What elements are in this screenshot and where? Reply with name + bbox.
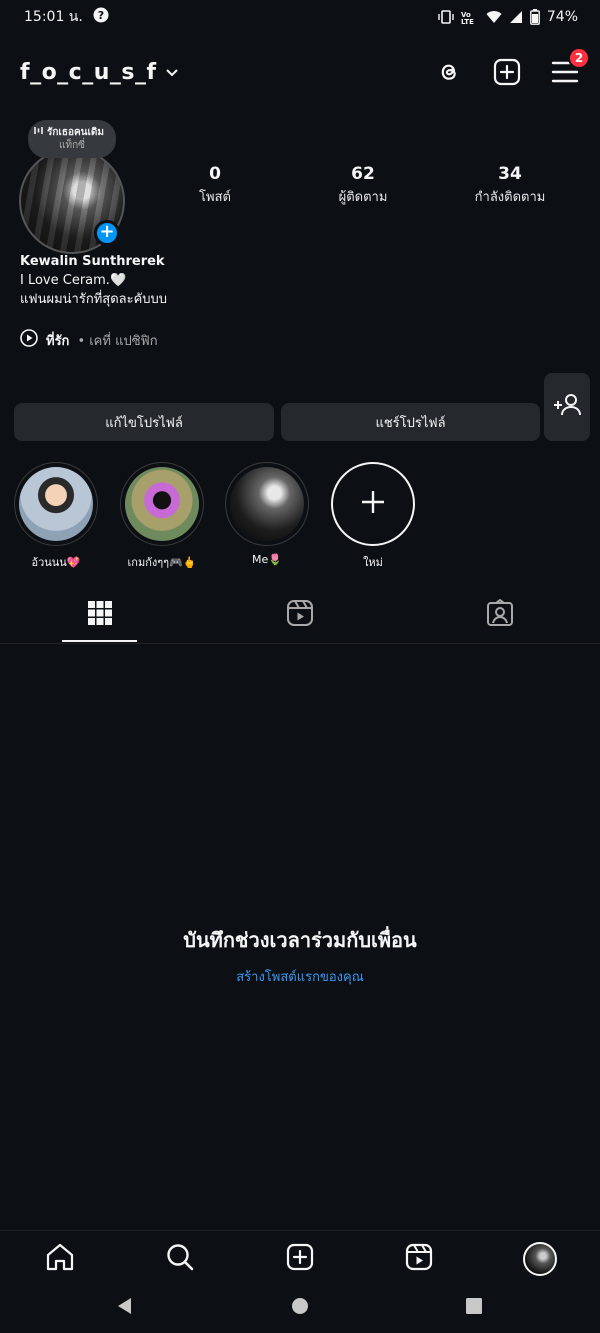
threads-icon[interactable] — [434, 57, 464, 87]
status-bar: 15:01 น. ? Vo LTE 74% — [0, 0, 600, 34]
vibrate-icon — [438, 10, 454, 24]
highlight-item[interactable]: เกมกังๆๆ🎮🖕 — [120, 462, 204, 571]
music-bars-icon — [34, 126, 43, 139]
home-circle-icon — [291, 1297, 309, 1319]
volte-icon: Vo LTE — [461, 10, 479, 24]
bio-line-1: I Love Ceram.🤍 — [20, 273, 127, 288]
chevron-down-icon — [165, 63, 179, 82]
plus-icon — [360, 489, 386, 519]
followers-count: 62 — [351, 164, 375, 184]
menu-icon[interactable]: 2 — [550, 47, 590, 87]
nav-create[interactable] — [282, 1241, 318, 1277]
profile-header: f_o_c_u_s_f 2 — [0, 46, 600, 98]
nav-home[interactable] — [42, 1241, 78, 1277]
bio-line-2: แฟนผมน่ารักที่สุดละคับบบ — [20, 292, 168, 307]
following-label: กำลังติดตาม — [474, 190, 546, 205]
highlight-label: Me🌷 — [252, 553, 282, 566]
new-highlight-button[interactable]: ใหม่ — [331, 462, 415, 571]
highlight-item[interactable]: Me🌷 — [225, 462, 309, 566]
discover-people-button[interactable] — [544, 373, 590, 441]
highlight-cover — [125, 467, 199, 541]
account-switcher[interactable]: f_o_c_u_s_f — [20, 60, 179, 85]
help-icon: ? — [93, 7, 109, 27]
followers-stat[interactable]: 62 ผู้ติดตาม — [326, 164, 400, 207]
posts-count: 0 — [209, 164, 221, 184]
svg-text:LTE: LTE — [461, 18, 474, 24]
reels-icon — [405, 1243, 433, 1275]
profile-music[interactable]: ที่รัก • เคที่ แปซิฟิก — [20, 329, 158, 351]
note-artist: แท็กซี่ — [59, 140, 85, 151]
note-song: รักเธอคนเดิม — [47, 127, 104, 138]
highlight-label: เกมกังๆๆ🎮🖕 — [127, 556, 197, 569]
status-time: 15:01 น. — [24, 9, 83, 25]
profile-bio: Kewalin Sunthrerek I Love Ceram.🤍 แฟนผมน… — [20, 252, 167, 309]
create-post-icon[interactable] — [492, 57, 522, 87]
battery-icon — [529, 9, 540, 25]
create-first-post-link[interactable]: สร้างโพสต์แรกของคุณ — [0, 966, 600, 987]
reels-icon — [286, 599, 314, 631]
back-triangle-icon — [116, 1297, 134, 1319]
recents-button[interactable] — [464, 1298, 484, 1318]
highlight-item[interactable]: อ้วนนน💖 — [14, 462, 98, 571]
nav-profile[interactable] — [522, 1241, 558, 1277]
create-icon — [286, 1243, 314, 1275]
edit-profile-button[interactable]: แก้ไขโปรไฟล์ — [14, 403, 274, 441]
posts-stat: 0 โพสต์ — [190, 164, 240, 207]
profile-tabs — [0, 588, 600, 644]
wifi-icon — [486, 10, 502, 24]
highlight-cover — [19, 467, 93, 541]
tagged-icon — [486, 598, 514, 631]
username: f_o_c_u_s_f — [20, 59, 157, 85]
share-profile-button[interactable]: แชร์โปรไฟล์ — [281, 403, 540, 441]
highlight-label: อ้วนนน💖 — [31, 556, 81, 569]
highlight-label: ใหม่ — [363, 556, 383, 569]
followers-label: ผู้ติดตาม — [338, 190, 388, 205]
back-button[interactable] — [115, 1298, 135, 1318]
tab-posts-grid[interactable] — [80, 598, 120, 632]
nav-reels[interactable] — [401, 1241, 437, 1277]
music-title: ที่รัก — [46, 333, 70, 349]
note-bubble[interactable]: รักเธอคนเดิม แท็กซี่ — [28, 120, 116, 158]
battery-percent: 74% — [546, 9, 578, 25]
nav-search[interactable] — [162, 1241, 198, 1277]
following-stat[interactable]: 34 กำลังติดตาม — [464, 164, 556, 207]
following-count: 34 — [498, 164, 522, 184]
notification-badge: 2 — [568, 47, 590, 69]
profile-avatar-small — [523, 1242, 557, 1276]
system-navigation-bar — [0, 1286, 600, 1333]
tab-reels[interactable] — [280, 598, 320, 632]
posts-label: โพสต์ — [199, 190, 231, 205]
grid-icon — [87, 600, 113, 630]
play-circle-icon — [20, 329, 38, 351]
bottom-navigation — [0, 1230, 600, 1286]
add-story-icon[interactable]: + — [94, 220, 120, 246]
search-icon — [166, 1243, 194, 1275]
add-user-icon — [552, 393, 582, 421]
svg-text:?: ? — [98, 9, 104, 22]
recents-square-icon — [465, 1297, 483, 1319]
home-icon — [45, 1243, 75, 1275]
highlight-cover — [230, 467, 304, 541]
story-highlights: อ้วนนน💖 เกมกังๆๆ🎮🖕 Me🌷 ใหม่ — [0, 462, 600, 572]
display-name: Kewalin Sunthrerek — [20, 254, 165, 269]
tab-tagged[interactable] — [480, 598, 520, 632]
music-artist: • เคที่ แปซิฟิก — [77, 333, 158, 349]
signal-icon — [509, 10, 523, 24]
home-button[interactable] — [290, 1298, 310, 1318]
empty-state-title: บันทึกช่วงเวลาร่วมกับเพื่อน — [183, 928, 417, 952]
active-tab-indicator — [62, 640, 137, 642]
